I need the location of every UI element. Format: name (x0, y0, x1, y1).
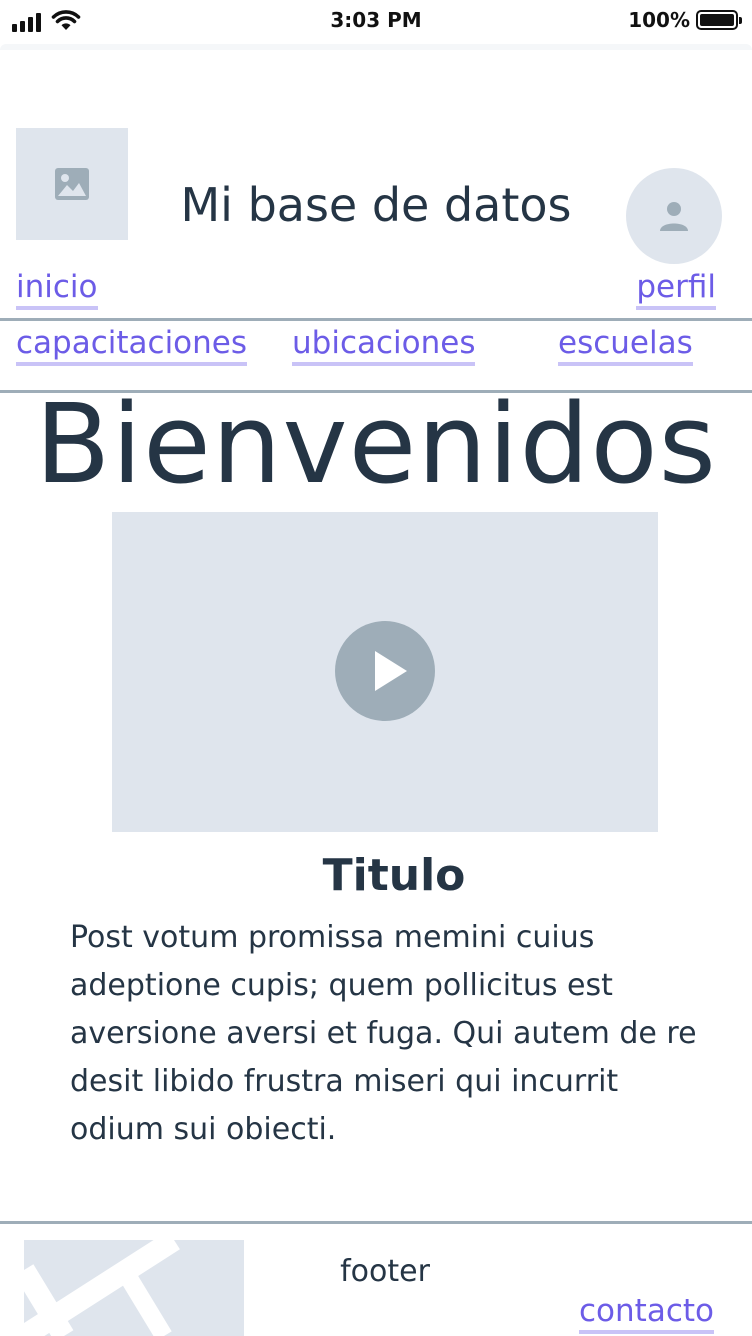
footer-label: footer (340, 1254, 430, 1289)
play-icon[interactable] (335, 621, 435, 721)
welcome-heading: Bienvenidos (35, 380, 717, 508)
page: 3:03 PM 100% Mi base de datos inicio per… (0, 0, 752, 1336)
user-icon (660, 202, 688, 231)
nav-link-perfil[interactable]: perfil (636, 270, 716, 310)
video-placeholder[interactable] (112, 512, 658, 832)
divider (0, 1221, 752, 1224)
image-placeholder-icon (55, 168, 89, 200)
nav-link-ubicaciones[interactable]: ubicaciones (292, 326, 476, 366)
divider (0, 318, 752, 321)
nav-link-inicio[interactable]: inicio (16, 270, 98, 310)
battery-percent: 100% (628, 8, 690, 32)
logo-image-placeholder (16, 128, 128, 240)
app-top-edge (0, 44, 752, 50)
app-title: Mi base de datos (180, 178, 572, 232)
status-bar: 3:03 PM 100% (0, 0, 752, 42)
article-title: Titulo (322, 850, 466, 901)
avatar[interactable] (626, 168, 722, 264)
battery-icon (696, 10, 742, 30)
footer-link-contacto[interactable]: contacto (579, 1294, 714, 1334)
article-body: Post votum promissa memini cuius adeptio… (70, 920, 697, 1147)
nav-link-capacitaciones[interactable]: capacitaciones (16, 326, 248, 366)
nav-link-escuelas[interactable]: escuelas (558, 326, 693, 366)
